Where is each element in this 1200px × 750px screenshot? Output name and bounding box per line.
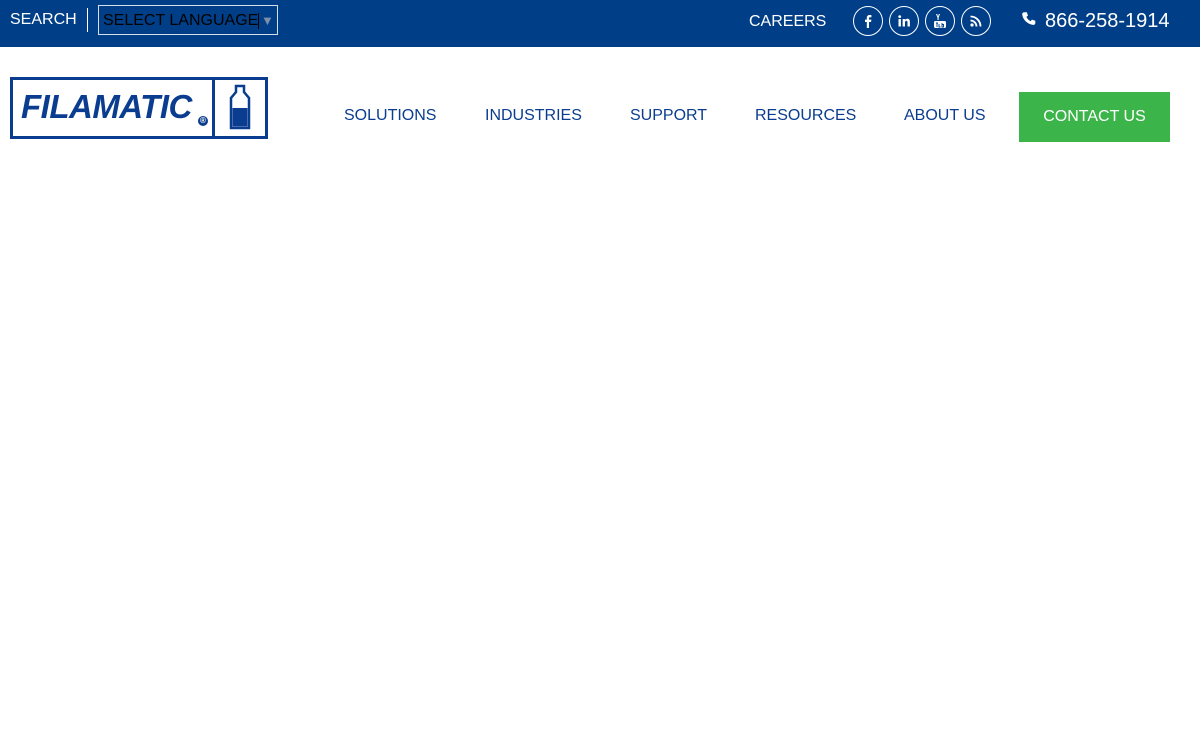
contact-us-button[interactable]: CONTACT US: [1019, 92, 1170, 142]
search-link[interactable]: SEARCH: [10, 10, 77, 30]
nav-resources[interactable]: RESOURCES: [755, 106, 856, 126]
phone-icon: [1021, 11, 1038, 33]
logo-divider: [212, 80, 215, 136]
phone-number[interactable]: 866-258-1914: [1045, 9, 1170, 33]
youtube-icon[interactable]: [925, 6, 955, 36]
chevron-down-icon: ▼: [261, 13, 274, 28]
language-select[interactable]: SELECT LANGUAGE ▼: [98, 5, 278, 35]
top-bar: SEARCH SELECT LANGUAGE ▼ CAREERS 866-258…: [0, 0, 1200, 47]
text-cursor: [258, 13, 259, 29]
language-select-value: SELECT LANGUAGE: [103, 12, 259, 29]
bottle-icon: [225, 84, 255, 137]
linkedin-icon[interactable]: [889, 6, 919, 36]
registered-mark: ®: [198, 116, 208, 126]
facebook-icon[interactable]: [853, 6, 883, 36]
filamatic-logo[interactable]: FILAMATIC ®: [10, 77, 268, 139]
careers-link[interactable]: CAREERS: [749, 12, 826, 32]
nav-about-us[interactable]: ABOUT US: [904, 106, 986, 126]
nav-support[interactable]: SUPPORT: [630, 106, 707, 126]
nav-industries[interactable]: INDUSTRIES: [485, 106, 582, 126]
divider: [87, 8, 88, 32]
nav-solutions[interactable]: SOLUTIONS: [344, 106, 436, 126]
rss-icon[interactable]: [961, 6, 991, 36]
logo-text: FILAMATIC: [21, 88, 192, 125]
